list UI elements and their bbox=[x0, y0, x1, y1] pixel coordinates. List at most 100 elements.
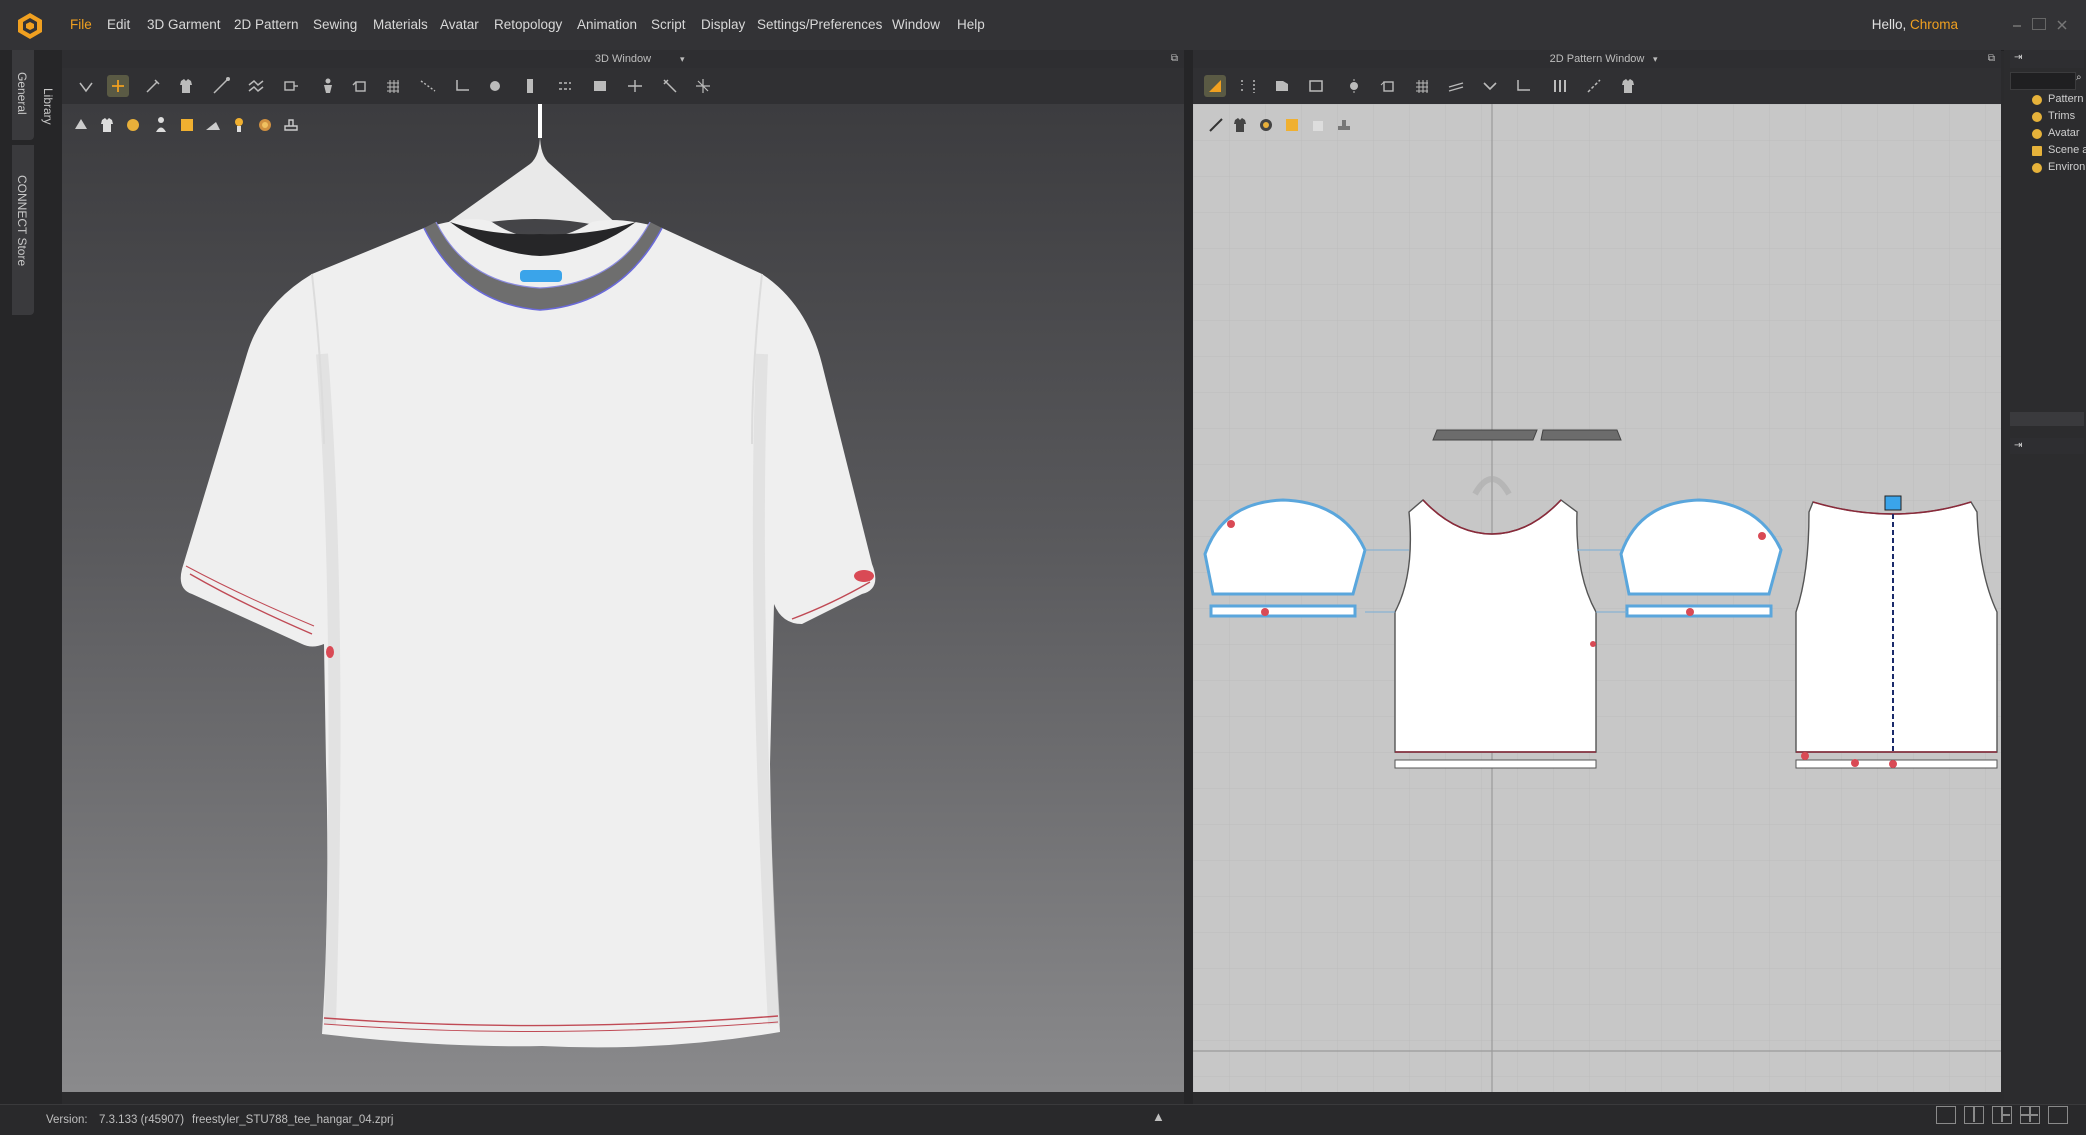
menu-window[interactable]: Window bbox=[892, 17, 940, 32]
split-divider[interactable] bbox=[1184, 50, 1193, 1104]
avatar-icon bbox=[2032, 129, 2042, 139]
menu-edit[interactable]: Edit bbox=[107, 17, 130, 32]
menu-settings-preferences[interactable]: Settings/Preferences bbox=[757, 17, 882, 32]
user-name[interactable]: Chroma bbox=[1910, 17, 1958, 32]
tape-icon[interactable] bbox=[1583, 75, 1605, 97]
tack-tool-icon[interactable] bbox=[280, 75, 302, 97]
file-name: freestyler_STU788_tee_hangar_04.zprj bbox=[192, 1114, 394, 1126]
view2d-undock-icon[interactable]: ⧉ bbox=[1988, 50, 1995, 68]
version-value: 7.3.133 (r45907) bbox=[99, 1114, 185, 1126]
view3d-toolbar bbox=[62, 68, 1184, 104]
view2d-title-bar: 2D Pattern Window ▾ ⧉ bbox=[1193, 50, 2001, 68]
select-tool-icon[interactable] bbox=[75, 75, 97, 97]
view3d-undock-icon[interactable]: ⧉ bbox=[1171, 50, 1178, 68]
internal-shape-icon[interactable] bbox=[1343, 75, 1365, 97]
object-item-trims[interactable]: Trims bbox=[2048, 110, 2086, 122]
grid-icon[interactable] bbox=[1411, 75, 1433, 97]
object-browser: ⇥ ⌕ Pattern Trims Avatar Scene a Environ… bbox=[2004, 50, 2086, 1104]
maximize-icon[interactable] bbox=[2032, 18, 2046, 30]
menu-2d-pattern[interactable]: 2D Pattern bbox=[234, 17, 299, 32]
object-search-input[interactable] bbox=[2010, 72, 2076, 90]
side-tab-strip: General Library CONNECT Store bbox=[0, 50, 62, 1104]
view3d-title-bar: 3D Window ▾ ⧉ bbox=[62, 50, 1184, 68]
menu-help[interactable]: Help bbox=[957, 17, 985, 32]
object-item-avatar[interactable]: Avatar bbox=[2048, 127, 2086, 139]
grid-tool-icon[interactable] bbox=[382, 75, 404, 97]
edit-point-icon[interactable] bbox=[1237, 75, 1259, 97]
arrangement-tool-icon[interactable] bbox=[349, 75, 371, 97]
expand-up-icon[interactable]: ▲ bbox=[1152, 1109, 1165, 1124]
view2d-title: 2D Pattern Window bbox=[1549, 53, 1645, 65]
seam-tool-icon[interactable] bbox=[452, 75, 474, 97]
zipper-tool-icon[interactable] bbox=[519, 75, 541, 97]
layout-split-icon[interactable] bbox=[1964, 1106, 1984, 1124]
minimize-icon[interactable] bbox=[2010, 18, 2024, 30]
object-item-scene[interactable]: Scene a bbox=[2048, 144, 2086, 156]
shrinkage-tool-icon[interactable] bbox=[624, 75, 646, 97]
fold-tool-icon[interactable] bbox=[245, 75, 267, 97]
button-tool-icon[interactable] bbox=[484, 75, 506, 97]
menu-sewing[interactable]: Sewing bbox=[313, 17, 357, 32]
garment-tool-icon[interactable] bbox=[175, 75, 197, 97]
viewport-3d[interactable] bbox=[62, 104, 1184, 1092]
object-browser-header: ⇥ bbox=[2010, 50, 2084, 68]
trims-icon bbox=[2032, 112, 2042, 122]
version-label: Version: bbox=[46, 1114, 88, 1126]
edit-texture-icon[interactable] bbox=[692, 75, 714, 97]
puckering-tool-icon[interactable] bbox=[589, 75, 611, 97]
measure-tool-icon[interactable] bbox=[210, 75, 232, 97]
panel-pin-icon[interactable]: ⇥ bbox=[2014, 52, 2022, 63]
menu-retopology[interactable]: Retopology bbox=[494, 17, 562, 32]
view2d-dropdown-icon[interactable]: ▾ bbox=[1653, 50, 1658, 68]
panel-scrollbar[interactable] bbox=[2010, 412, 2084, 426]
layout-three-icon[interactable] bbox=[1992, 1106, 2012, 1124]
app-logo-icon[interactable] bbox=[16, 12, 44, 40]
viewport-2d[interactable] bbox=[1193, 104, 2001, 1092]
object-item-pattern[interactable]: Pattern bbox=[2048, 93, 2086, 105]
garment-3d-model[interactable] bbox=[62, 104, 1184, 1092]
menu-bar: File Edit 3D Garment 2D Pattern Sewing M… bbox=[0, 0, 2086, 51]
trace-tool-icon[interactable] bbox=[417, 75, 439, 97]
menu-file[interactable]: File bbox=[70, 17, 92, 32]
move-tool-icon[interactable] bbox=[107, 75, 129, 97]
tab-general-label: General bbox=[15, 72, 29, 115]
menu-display[interactable]: Display bbox=[701, 17, 745, 32]
object-item-environment[interactable]: Environ bbox=[2048, 161, 2086, 173]
menu-script[interactable]: Script bbox=[651, 17, 686, 32]
view3d-title: 3D Window bbox=[594, 53, 652, 65]
free-sewing-icon[interactable] bbox=[1549, 75, 1571, 97]
view3d-dropdown-icon[interactable]: ▾ bbox=[680, 50, 685, 68]
tab-connect-store-label: CONNECT Store bbox=[15, 175, 29, 267]
dart-icon[interactable] bbox=[1445, 75, 1467, 97]
avatar-tool-icon[interactable] bbox=[317, 75, 339, 97]
menu-3d-garment[interactable]: 3D Garment bbox=[147, 17, 221, 32]
pattern-icon bbox=[2032, 95, 2042, 105]
sync-garment-icon[interactable] bbox=[1617, 75, 1639, 97]
pattern-pieces[interactable] bbox=[1193, 104, 2001, 1092]
pin-tool-icon[interactable] bbox=[142, 75, 164, 97]
layout-custom-icon[interactable] bbox=[2048, 1106, 2068, 1124]
property-pin-icon[interactable]: ⇥ bbox=[2014, 440, 2022, 451]
user-greeting: Hello, Chroma bbox=[1871, 17, 1958, 32]
menu-animation[interactable]: Animation bbox=[577, 17, 637, 32]
environment-icon bbox=[2032, 163, 2042, 173]
layout-single-icon[interactable] bbox=[1936, 1106, 1956, 1124]
property-editor-header: ⇥ bbox=[2010, 438, 2084, 454]
segment-sewing-icon[interactable] bbox=[1513, 75, 1535, 97]
menu-materials[interactable]: Materials bbox=[373, 17, 428, 32]
transform-pattern-icon[interactable] bbox=[1204, 75, 1226, 97]
layout-quad-icon[interactable] bbox=[2020, 1106, 2040, 1124]
tab-library-label[interactable]: Library bbox=[41, 88, 55, 125]
polygon-icon[interactable] bbox=[1271, 75, 1293, 97]
close-icon[interactable] bbox=[2055, 18, 2069, 30]
strap-tool-icon[interactable] bbox=[659, 75, 681, 97]
fold-icon[interactable] bbox=[1479, 75, 1501, 97]
trace-icon[interactable] bbox=[1377, 75, 1399, 97]
search-icon[interactable]: ⌕ bbox=[2076, 72, 2082, 83]
menu-avatar[interactable]: Avatar bbox=[440, 17, 479, 32]
status-bar: Version: 7.3.133 (r45907) freestyler_STU… bbox=[0, 1104, 2086, 1135]
rectangle-icon[interactable] bbox=[1305, 75, 1327, 97]
view2d-toolbar bbox=[1193, 68, 2001, 104]
scene-icon bbox=[2032, 146, 2042, 156]
topstitch-tool-icon[interactable] bbox=[554, 75, 576, 97]
